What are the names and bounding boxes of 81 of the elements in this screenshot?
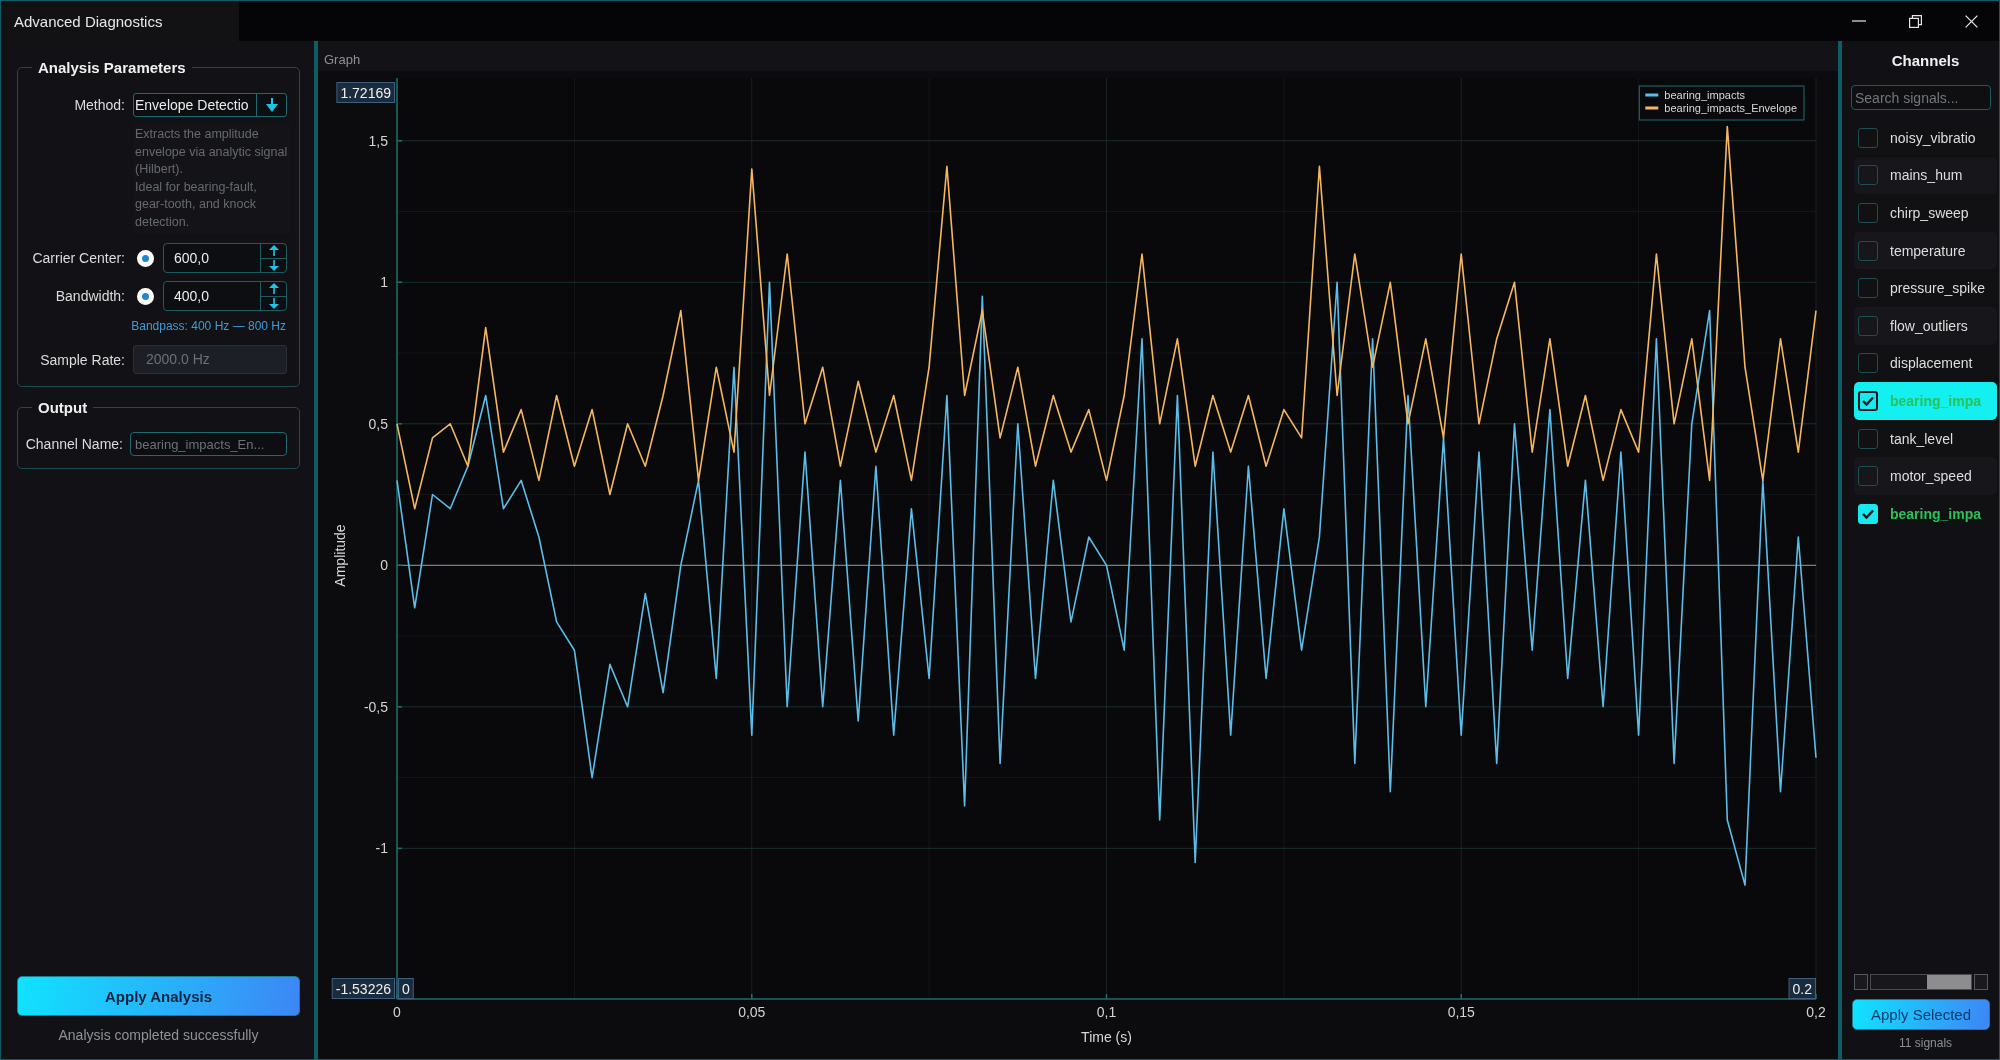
channel-label: displacement — [1890, 355, 1973, 372]
axis-tick-label: 0,2 — [1806, 1004, 1826, 1020]
checkbox[interactable] — [1858, 466, 1878, 487]
axis-title: Amplitude — [332, 524, 348, 587]
axis-range-label: 1.72169 — [336, 82, 395, 103]
axis-title: Time (s) — [1081, 1029, 1132, 1045]
panel-title: Channels — [1890, 51, 1961, 71]
field-label: Carrier Center: — [32, 250, 125, 266]
channel-label: chirp_sweep — [1890, 205, 1969, 221]
channel-item[interactable]: mains_hum — [1854, 156, 1997, 195]
channel-label: tank_level — [1890, 430, 1954, 447]
checkbox[interactable] — [1858, 240, 1878, 261]
checkmark-icon — [1862, 395, 1874, 406]
checkmark-icon — [1862, 508, 1874, 519]
status-text: Analysis completed successfully — [57, 1026, 260, 1044]
axis-tick-label: 0 — [380, 557, 388, 574]
checkbox[interactable] — [1858, 203, 1878, 223]
axis-tick-label: 1,5 — [368, 132, 388, 149]
number-field[interactable]: 600,0 — [163, 243, 287, 273]
channel-label: bearing_impa — [1890, 392, 1982, 409]
channel-label: flow_outliers — [1890, 317, 1968, 334]
radio-button[interactable] — [137, 287, 154, 305]
channel-label: bearing_impa — [1890, 505, 1982, 522]
up-arrow-icon — [268, 245, 279, 257]
number-field[interactable]: 400,0 — [163, 281, 287, 311]
field-label: Bandwidth: — [55, 288, 125, 304]
legend-label: bearing_impacts — [1664, 89, 1745, 101]
checkbox[interactable] — [1858, 428, 1878, 449]
channel-label: motor_speed — [1890, 468, 1972, 485]
channel-item[interactable]: flow_outliers — [1854, 306, 1997, 345]
up-arrow-icon — [268, 283, 279, 295]
channel-item[interactable]: temperature — [1854, 231, 1997, 270]
field-label: Sample Rate: — [40, 351, 125, 368]
channel-label: pressure_spike — [1890, 280, 1985, 297]
apply-selected-button[interactable]: Apply Selected — [1852, 999, 1990, 1030]
search-field[interactable]: Search signals... — [1851, 85, 1991, 110]
checkbox[interactable] — [1858, 127, 1878, 148]
group-title: Analysis Parameters — [37, 59, 187, 76]
horizontal-scrollbar[interactable] — [1854, 974, 1988, 990]
channel-label: temperature — [1890, 242, 1966, 259]
axis-tick-label: 0,05 — [738, 1004, 766, 1020]
axis-tick-label: 0,1 — [1096, 1004, 1117, 1020]
axis-tick-label: 0,15 — [1447, 1004, 1475, 1020]
checkbox[interactable] — [1858, 353, 1878, 374]
radio-button[interactable] — [137, 249, 154, 267]
checkbox[interactable] — [1858, 390, 1878, 411]
axis-range-label: -1.53226 — [331, 978, 395, 999]
panel-title: Graph — [318, 41, 1838, 71]
window-title: Advanced Diagnostics — [1, 1, 239, 41]
axis-tick-label: 1 — [380, 274, 388, 291]
close-icon — [1964, 14, 1978, 28]
axis-range-label: 0 — [398, 978, 414, 999]
channel-label: mains_hum — [1890, 167, 1963, 184]
spin-down-button[interactable] — [261, 295, 286, 310]
description-text: Ideal for bearing-fault, gear-tooth, and knock detection. — [135, 178, 258, 231]
method-dropdown[interactable]: Envelope Detectio — [133, 93, 287, 117]
apply-analysis-button[interactable]: Apply Analysis — [17, 976, 300, 1016]
field-label: Method: — [74, 97, 125, 113]
field-label: Channel Name: — [25, 436, 123, 452]
channel-name-field[interactable]: bearing_impacts_En... — [130, 432, 287, 456]
down-arrow-icon — [268, 259, 279, 271]
channel-item[interactable]: motor_speed — [1854, 457, 1997, 495]
axis-tick-label: 0,5 — [368, 415, 388, 432]
minimize-icon — [1852, 20, 1866, 22]
down-arrow-icon — [268, 297, 279, 309]
axis-range-label: 0.2 — [1788, 978, 1816, 999]
axis-tick-label: -1 — [375, 840, 388, 857]
axis-tick-label: -0,5 — [363, 698, 388, 715]
channel-label: noisy_vibratio — [1890, 129, 1976, 146]
signal-count: 11 signals — [1897, 1036, 1954, 1050]
down-arrow-icon — [265, 98, 278, 112]
legend-label: bearing_impacts_Envelope — [1664, 102, 1797, 114]
restore-icon — [1908, 14, 1922, 28]
group-title: Output — [37, 399, 89, 416]
checkbox[interactable] — [1858, 165, 1878, 186]
checkbox[interactable] — [1858, 315, 1878, 336]
bandpass-text: Bandpass: 400 Hz — 800 Hz — [130, 319, 287, 333]
description-text: Extracts the amplitude envelope via analytic signal (Hilbert). — [135, 126, 289, 178]
checkbox[interactable] — [1858, 278, 1878, 299]
axis-tick-label: 0 — [393, 1004, 401, 1020]
spin-down-button[interactable] — [261, 257, 286, 272]
